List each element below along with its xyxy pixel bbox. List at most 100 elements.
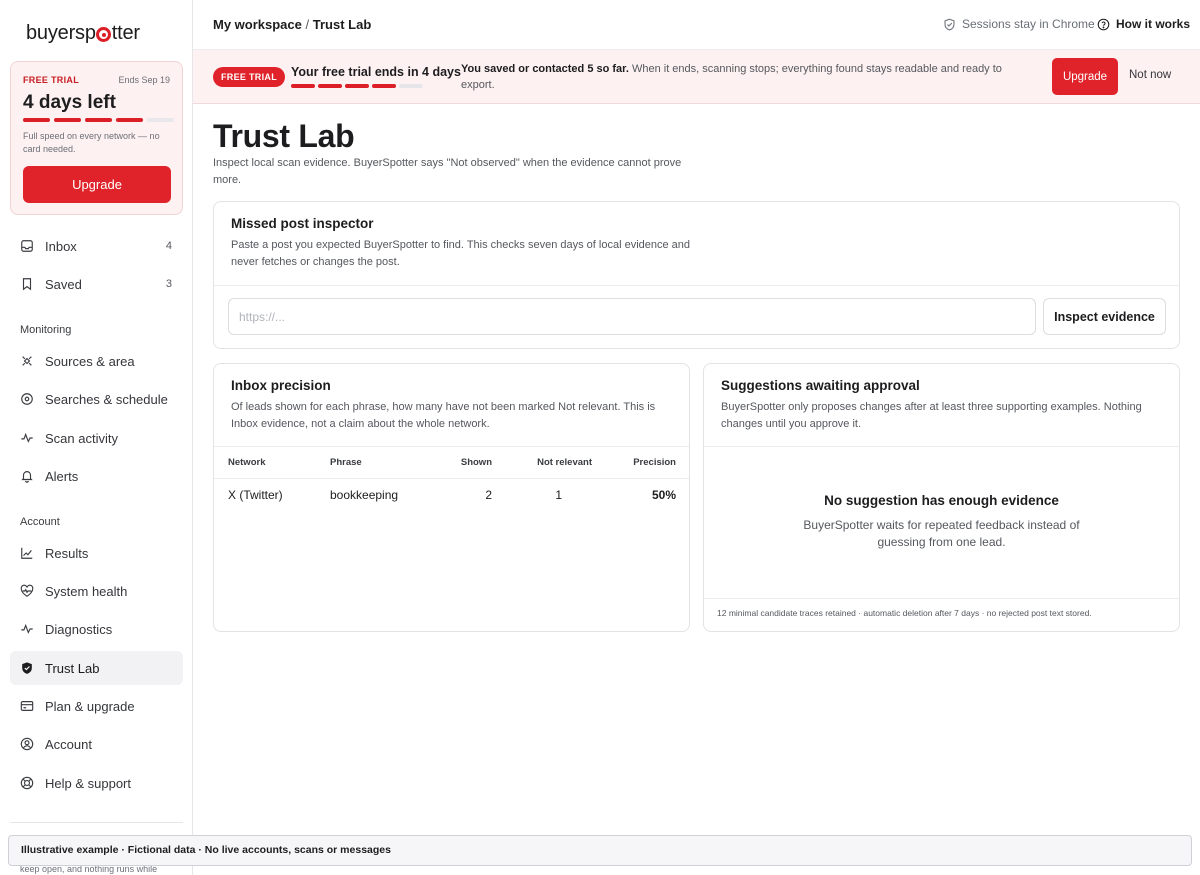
trial-pill: FREE TRIAL	[213, 67, 285, 87]
sidebar-item-alerts[interactable]: Alerts	[10, 459, 183, 493]
lifebuoy-icon	[20, 776, 34, 790]
breadcrumb-workspace[interactable]: My workspace	[213, 17, 302, 32]
precision-description: Of leads shown for each phrase, how many…	[231, 401, 656, 430]
how-it-works-label: How it works	[1116, 17, 1191, 31]
cell-precision: 50%	[651, 487, 676, 502]
sidebar-item-label: Trust Lab	[45, 660, 100, 676]
page-title: Trust Lab	[213, 118, 355, 154]
trial-ends-text: Your free trial ends in 4 days	[291, 65, 461, 79]
inspector-title: Missed post inspector	[231, 216, 374, 231]
user-circle-icon	[20, 737, 34, 751]
logo-text-start: buyersp	[26, 22, 96, 44]
breadcrumb-current: Trust Lab	[312, 17, 372, 32]
sidebar-divider	[10, 822, 183, 823]
trial-progress-segment	[23, 118, 50, 122]
inbox-precision-card: Inbox precision Of leads shown for each …	[213, 363, 690, 632]
banner-message: You saved or contacted 5 so far. When it…	[461, 61, 1021, 93]
breadcrumb: My workspace / Trust Lab	[213, 17, 371, 32]
help-circle-icon	[1097, 18, 1110, 30]
table-row: X (Twitter) bookkeeping 2 1 50%	[214, 478, 689, 511]
banner-progress-segment	[372, 84, 396, 88]
sidebar-item-label: Results	[45, 545, 89, 561]
banner-upgrade-button[interactable]: Upgrade	[1052, 58, 1118, 95]
sidebar-item-account[interactable]: Account	[10, 727, 183, 761]
cell-shown: 2	[485, 487, 492, 502]
sidebar-item-diagnostics[interactable]: Diagnostics	[10, 612, 183, 646]
bookmark-icon	[22, 278, 32, 291]
table-header-row: Network Phrase Shown Not relevant Precis…	[214, 447, 689, 479]
sidebar-upgrade-button[interactable]: Upgrade	[23, 166, 171, 203]
card-divider	[704, 446, 1179, 447]
sidebar-item-inbox[interactable]: Inbox 4	[10, 229, 183, 263]
sidebar-item-scan-activity[interactable]: Scan activity	[10, 421, 183, 455]
illustrative-example-banner: Illustrative example · Fictional data · …	[8, 835, 1192, 866]
banner-message-bold: You saved or contacted 5 so far.	[461, 63, 629, 75]
shield-check-icon	[944, 18, 955, 30]
post-url-input[interactable]	[228, 298, 1036, 335]
trial-progress-segment	[116, 118, 143, 122]
banner-progress-segment	[399, 84, 423, 88]
inbox-count: 4	[165, 240, 172, 252]
empty-state-description: BuyerSpotter waits for repeated feedback…	[803, 518, 1080, 549]
pulse-icon	[21, 623, 33, 634]
sidebar-item-label: Sources & area	[45, 353, 135, 369]
sessions-text: Sessions stay in Chrome	[962, 17, 1095, 31]
column-header-precision: Precision	[592, 447, 676, 479]
trial-tag: FREE TRIAL	[23, 75, 79, 85]
breadcrumb-separator: /	[305, 17, 310, 32]
trial-progress-segment	[85, 118, 112, 122]
bell-icon	[21, 471, 33, 483]
sidebar-item-label: Scan activity	[45, 430, 118, 446]
trial-progress-segment	[147, 118, 174, 122]
sidebar-item-label: System health	[45, 583, 128, 599]
sidebar-item-sources[interactable]: Sources & area	[10, 344, 183, 378]
trial-days-left: 4 days left	[23, 92, 116, 113]
logo[interactable]: buyersp tter	[26, 22, 140, 45]
precision-title: Inbox precision	[231, 378, 331, 393]
column-header-phrase: Phrase	[330, 447, 438, 479]
shield-icon	[22, 662, 32, 674]
target-icon	[21, 393, 33, 405]
sidebar-item-label: Inbox	[45, 238, 77, 254]
banner-progress	[291, 84, 423, 88]
section-label-account: Account	[20, 516, 60, 528]
credit-card-icon	[20, 701, 34, 711]
sidebar-item-searches[interactable]: Searches & schedule	[10, 382, 183, 416]
sidebar-item-label: Searches & schedule	[45, 391, 168, 407]
trial-banner: FREE TRIAL Your free trial ends in 4 day…	[193, 50, 1200, 104]
sidebar-item-system-health[interactable]: System health	[10, 574, 183, 608]
trial-progress	[23, 118, 174, 122]
retention-note: 12 minimal candidate traces retained · a…	[717, 608, 1092, 618]
inspect-evidence-button[interactable]: Inspect evidence	[1043, 298, 1166, 335]
sidebar-item-label: Help & support	[45, 775, 131, 791]
banner-progress-segment	[345, 84, 369, 88]
sidebar-item-label: Account	[45, 736, 92, 752]
trial-card: FREE TRIAL Ends Sep 19 4 days left Full …	[10, 61, 183, 215]
sidebar-item-help-support[interactable]: Help & support	[10, 766, 183, 800]
card-divider	[704, 598, 1179, 599]
cell-not-relevant: 1	[555, 487, 562, 502]
sidebar-item-plan-upgrade[interactable]: Plan & upgrade	[10, 689, 183, 723]
cell-phrase: bookkeeping	[330, 487, 399, 502]
chart-line-icon	[21, 547, 33, 559]
sidebar-item-results[interactable]: Results	[10, 536, 183, 570]
suggestions-description: BuyerSpotter only proposes changes after…	[721, 401, 1142, 430]
sidebar-item-saved[interactable]: Saved 3	[10, 267, 183, 301]
heart-pulse-icon	[20, 584, 34, 597]
logo-text-end: tter	[111, 22, 140, 44]
sidebar-item-trust-lab[interactable]: Trust Lab	[10, 651, 183, 685]
sessions-note: Sessions stay in Chrome	[943, 17, 1095, 31]
sidebar-item-label: Saved	[45, 276, 82, 292]
sidebar-item-label: Alerts	[45, 468, 79, 484]
not-now-button[interactable]: Not now	[1129, 69, 1171, 81]
activity-icon	[21, 432, 33, 443]
sidebar: buyersp tter FREE TRIAL Ends Sep 19 4 day…	[0, 0, 193, 875]
column-header-not-relevant: Not relevant	[492, 447, 592, 479]
how-it-works-link[interactable]: How it works	[1097, 17, 1190, 31]
page-subtitle: Inspect local scan evidence. BuyerSpotte…	[213, 157, 682, 186]
sidebar-item-label: Plan & upgrade	[45, 698, 135, 714]
trial-progress-segment	[54, 118, 81, 122]
cell-network: X (Twitter)	[228, 487, 283, 502]
banner-progress-segment	[318, 84, 342, 88]
target-icon	[96, 27, 112, 42]
